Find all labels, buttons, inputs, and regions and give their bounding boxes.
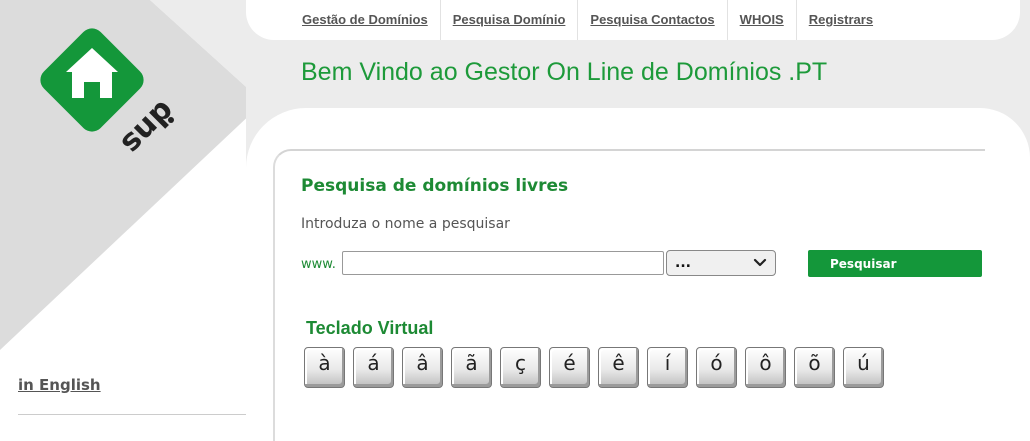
english-language-link[interactable]: in English (18, 376, 101, 394)
key-o-tilde[interactable]: õ (794, 347, 835, 388)
chevron-down-icon (753, 258, 767, 267)
key-a-acute[interactable]: á (353, 347, 394, 388)
key-o-acute[interactable]: ó (696, 347, 737, 388)
www-prefix: www. (301, 257, 336, 272)
key-a-grave[interactable]: à (304, 347, 345, 388)
nav-item-registrars[interactable]: Registrars (797, 0, 885, 40)
nav-item-whois[interactable]: WHOIS (728, 0, 797, 40)
virtual-keyboard-title: Teclado Virtual (306, 318, 434, 338)
dns-pt-logo[interactable]: dns (34, 24, 184, 164)
top-navigation: Gestão de Domínios Pesquisa Domínio Pesq… (290, 0, 885, 40)
search-title: Pesquisa de domínios livres (301, 176, 569, 196)
key-u-acute[interactable]: ú (843, 347, 884, 388)
page-title: Bem Vindo ao Gestor On Line de Domínios … (301, 58, 828, 86)
key-e-acute[interactable]: é (549, 347, 590, 388)
tld-selected-value: ... (675, 255, 691, 271)
key-a-tilde[interactable]: ã (451, 347, 492, 388)
tld-select[interactable]: ... (666, 250, 776, 276)
key-c-cedilla[interactable]: ç (500, 347, 541, 388)
nav-item-pesquisa-contactos[interactable]: Pesquisa Contactos (578, 0, 728, 40)
search-button[interactable]: Pesquisar (808, 250, 982, 277)
left-divider (18, 414, 246, 415)
key-a-circumflex[interactable]: â (402, 347, 443, 388)
nav-item-pesquisa-dominio[interactable]: Pesquisa Domínio (441, 0, 579, 40)
virtual-keyboard: à á â ã ç é ê í ó ô õ ú (304, 347, 892, 388)
house-icon: dns (40, 28, 182, 161)
domain-search-input[interactable] (342, 251, 664, 275)
key-i-acute[interactable]: í (647, 347, 688, 388)
search-hint: Introduza o nome a pesquisar (301, 216, 510, 232)
key-o-circumflex[interactable]: ô (745, 347, 786, 388)
key-e-circumflex[interactable]: ê (598, 347, 639, 388)
nav-item-gestao-dominios[interactable]: Gestão de Domínios (290, 0, 441, 40)
